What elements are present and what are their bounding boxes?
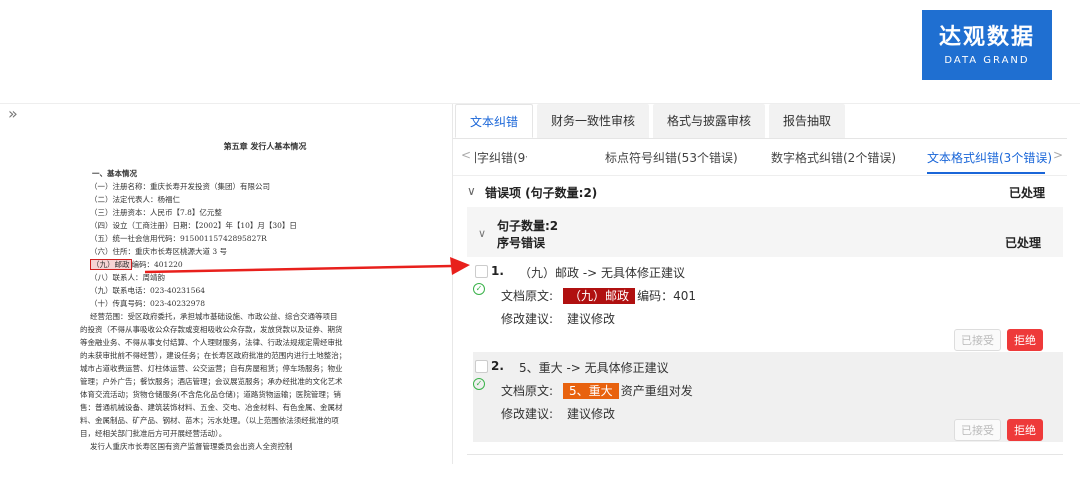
group-count: 句子数量:2	[497, 219, 559, 233]
original-rest: 编码：401	[637, 289, 696, 303]
review-panel: 文本纠错 财务一致性审核 格式与披露审核 报告抽取 < 别字纠错(9个错误) 标…	[453, 104, 1067, 464]
group-type: 序号错误	[497, 236, 546, 250]
logo-cn-text: 达观数据	[938, 24, 1035, 50]
doc-para-line: 体育交流活动；货物仓储服务(不含危化品仓储)；道路货物运输；医院管理；销	[80, 390, 341, 399]
subtab-clip: 别字纠错(9个错误)	[475, 139, 527, 173]
subtab-number-format[interactable]: 数字格式纠错(2个错误)	[771, 149, 896, 166]
sub-tabs: < 别字纠错(9个错误) 标点符号纠错(53个错误) 数字格式纠错(2个错误) …	[453, 139, 1067, 176]
item-original: 文档原文: 5、重大 资产重组对发	[501, 382, 693, 399]
error-section-title: 错误项 (句子数量:2)	[485, 186, 598, 200]
doc-para-line: 售：普通机械设备、建筑装饰材料、五金、交电、冶金材料、有色金属、金属材	[80, 403, 343, 412]
tab-format-disclosure[interactable]: 格式与披露审核	[653, 104, 766, 138]
tab-report-extraction[interactable]: 报告抽取	[769, 104, 846, 138]
suggestion-label: 修改建议:	[501, 312, 554, 326]
doc-line: 经营范围：受区政府委托，承担城市基础设施、市政公益、综合交通等项目	[90, 312, 338, 321]
item-suggestion: 修改建议: 建议修改	[501, 405, 615, 422]
doc-line: （三）注册资本：人民币【7.8】亿元整	[90, 208, 222, 217]
datagrand-logo: 达观数据 DATA GRAND	[922, 10, 1052, 80]
error-item: ✓ 1. （九）邮政 -> 无具体修正建议 文档原文: （九）邮政 编码：401 修…	[473, 257, 1063, 352]
doc-error-highlight[interactable]: （九）邮政	[90, 259, 132, 270]
accept-button[interactable]: 已接受	[954, 329, 1001, 351]
doc-para-line: 的未获审批前不得经营），建设任务；在长寿区政府批准的范围内进行土地整治；	[80, 351, 347, 360]
suggestion-text: 建议修改	[567, 312, 616, 326]
doc-line: （六）住所：重庆市长寿区桃源大道 3 号	[90, 247, 228, 256]
item-description: 5、重大 -> 无具体修正建议	[519, 361, 669, 375]
original-error-tag: （九）邮政	[563, 288, 636, 304]
original-rest: 资产重组对发	[620, 384, 693, 398]
reject-button[interactable]: 拒绝	[1007, 419, 1043, 441]
subtab-underline	[927, 172, 1045, 174]
doc-line: （四）设立（工商注册）日期：【2002】年【10】月【30】日	[90, 221, 297, 230]
suggestion-label: 修改建议:	[501, 407, 554, 421]
tab-financial-consistency[interactable]: 财务一致性审核	[537, 104, 650, 138]
original-label: 文档原文:	[501, 384, 554, 398]
check-circle-icon: ✓	[473, 283, 485, 295]
doc-para-line: 发行人重庆市长寿区国有资产监督管理委员会出资人全资控制	[90, 442, 293, 451]
doc-para-line: 料、金属制品、矿产品、钢材、苗木；污水处理。（以上范围依法须经批准的项	[80, 416, 339, 425]
doc-line: （一）注册名称：重庆长寿开发投资（集团）有限公司	[90, 182, 270, 191]
original-label: 文档原文:	[501, 289, 554, 303]
item-suggestion: 修改建议: 建议修改	[501, 310, 615, 327]
reject-button[interactable]: 拒绝	[1007, 329, 1043, 351]
suggestion-text: 建议修改	[567, 407, 616, 421]
item-original: 文档原文: （九）邮政 编码：401	[501, 287, 696, 304]
item-actions: 已接受 拒绝	[954, 419, 1043, 441]
doc-para-line: 城市占道收费运营、灯柱体运营、公交运营；自有房屋租赁；停车场服务；物业	[80, 364, 343, 373]
chevron-left-icon[interactable]: <	[461, 148, 471, 162]
doc-line: （十）传真号码：023-40232978	[90, 299, 206, 308]
doc-para-line: 的投资（不得从事吸收公众存款或变相吸收公众存款，发放贷款以及证券、期货	[80, 325, 343, 334]
doc-line: 一、基本情况	[92, 169, 137, 178]
item-number: 1.	[491, 264, 504, 278]
subtab-text-format[interactable]: 文本格式纠错(3个错误)	[927, 149, 1052, 166]
doc-line: （五）统一社会信用代码：91500115742895827R	[90, 234, 267, 243]
error-item: ✓ 2. 5、重大 -> 无具体修正建议 文档原文: 5、重大 资产重组对发 修改建…	[473, 352, 1063, 442]
group-status: 已处理	[1004, 236, 1041, 250]
accept-button[interactable]: 已接受	[954, 419, 1001, 441]
section-status: 已处理	[1008, 186, 1045, 200]
doc-line: （九）联系电话：023-40231564	[90, 286, 206, 295]
doc-para-line: 管理；户外广告；餐饮服务；酒店管理；会议展览服务；承办经批准的文化艺术	[80, 377, 343, 386]
error-section-header[interactable]: ∨ 错误项 (句子数量:2) 已处理	[453, 176, 1067, 204]
doc-para-line: 等金融业务、不得从事支付结算、个人理财服务，法律、行政法规规定需经审批	[80, 338, 343, 347]
doc-line-rest: 编码：401220	[131, 260, 183, 269]
doc-line: （二）法定代表人：杨福仁	[90, 195, 180, 204]
document-preview: 第五章 发行人基本情况 一、基本情况 （一）注册名称：重庆长寿开发投资（集团）有…	[80, 140, 450, 453]
doc-line: （八）联系人：周靖韵	[90, 273, 165, 282]
panel-bottom-divider	[467, 454, 1063, 455]
chevron-right-icon[interactable]: >	[1053, 148, 1063, 162]
chevron-down-icon[interactable]: ∨	[467, 184, 476, 198]
original-error-tag: 5、重大	[563, 383, 619, 399]
logo-en-text: DATA GRAND	[944, 54, 1030, 66]
tab-text-correction[interactable]: 文本纠错	[455, 104, 534, 138]
item-checkbox[interactable]	[475, 265, 488, 278]
doc-line-highlighted: （九）邮政 编码：401220	[90, 258, 450, 271]
doc-heading: 第五章 发行人基本情况	[223, 141, 307, 151]
expand-sidebar-icon[interactable]: »	[8, 104, 18, 123]
item-checkbox[interactable]	[475, 360, 488, 373]
chevron-down-icon[interactable]: ∨	[478, 227, 486, 240]
item-actions: 已接受 拒绝	[954, 329, 1043, 351]
sentence-group[interactable]: ∨ 句子数量:2 序号错误 已处理	[467, 207, 1063, 257]
subtab-typo[interactable]: 别字纠错(9个错误)	[475, 149, 527, 166]
check-circle-icon: ✓	[473, 378, 485, 390]
item-number: 2.	[491, 359, 504, 373]
doc-para-line: 目，经相关部门批准后方可开展经营活动）。	[80, 429, 227, 438]
item-description: （九）邮政 -> 无具体修正建议	[519, 266, 686, 280]
main-tabs: 文本纠错 财务一致性审核 格式与披露审核 报告抽取	[453, 104, 1067, 139]
subtab-punctuation[interactable]: 标点符号纠错(53个错误)	[605, 149, 738, 166]
